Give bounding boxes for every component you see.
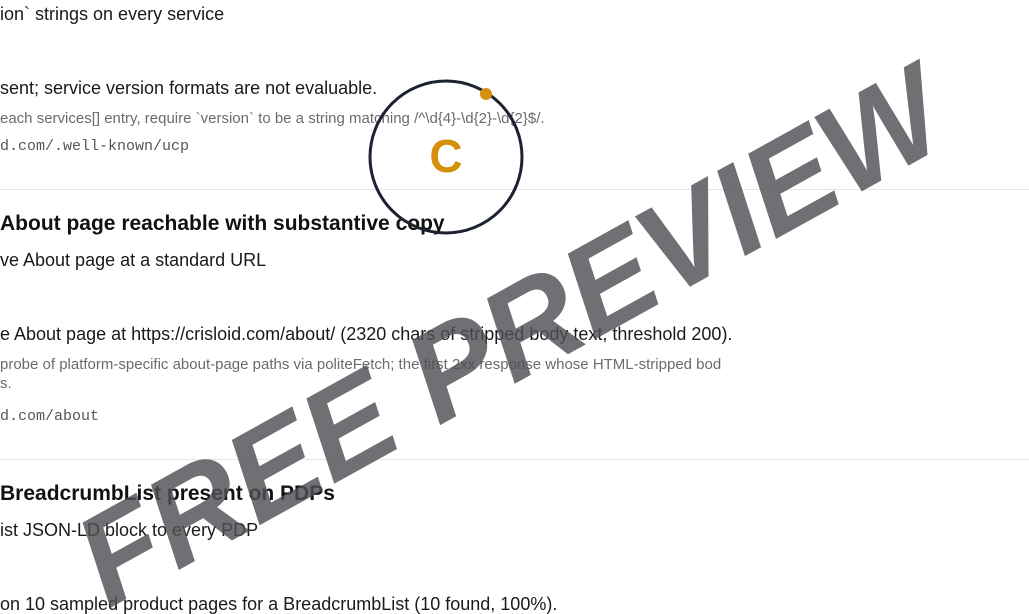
method-text: probe of platform-specific about-page pa… — [0, 356, 722, 373]
recommendation-text: ion` strings on every service — [0, 4, 225, 24]
check-title: BreadcrumbList present on PDPs — [0, 482, 335, 505]
recommendation-text: ve About page at a standard URL — [0, 250, 267, 270]
evidence-url[interactable]: d.com/about — [0, 408, 99, 425]
finding-text: on 10 sampled product pages for a Breadc… — [0, 594, 558, 614]
finding-text: e About page at https://crisloid.com/abo… — [0, 324, 733, 344]
section-divider — [0, 459, 1029, 460]
method-text: each services[] entry, require `version`… — [0, 110, 545, 127]
recommendation-text: ist JSON-LD block to every PDP — [0, 520, 259, 540]
logo-letter: C — [429, 130, 462, 182]
watermark-logo: C — [368, 79, 524, 235]
logo-ring — [368, 79, 524, 235]
method-text-continued: s. — [0, 375, 12, 392]
finding-text: sent; service version formats are not ev… — [0, 78, 378, 98]
check-title: About page reachable with substantive co… — [0, 212, 445, 235]
logo-dot — [480, 88, 492, 100]
section-divider — [0, 189, 1029, 190]
evidence-url[interactable]: d.com/.well-known/ucp — [0, 138, 189, 155]
